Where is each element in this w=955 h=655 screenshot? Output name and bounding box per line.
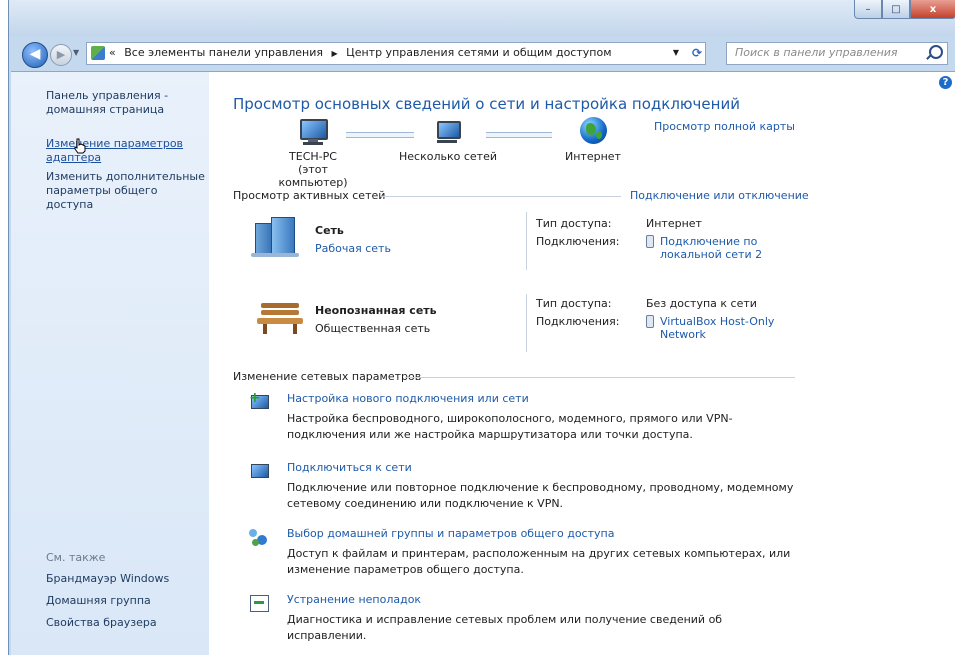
- change-settings-heading: Изменение сетевых параметров: [233, 370, 422, 383]
- map-node-label: TECH-PC (этот компьютер): [278, 150, 348, 189]
- network-type-link[interactable]: Рабочая сеть: [315, 242, 391, 255]
- window: – □ x ◀ ▶ ▼ « Все элементы панели управл…: [8, 0, 955, 655]
- control-panel-icon: [91, 46, 105, 60]
- task-description: Настройка беспроводного, широкополосного…: [287, 412, 733, 441]
- forward-button[interactable]: ▶: [50, 44, 72, 66]
- full-map-link[interactable]: Просмотр полной карты: [654, 120, 795, 133]
- sidebar-link-sharing-settings[interactable]: Изменить дополнительные параметры общего…: [46, 170, 206, 212]
- content-area: Панель управления - домашняя страница Из…: [11, 71, 955, 655]
- connections-label: Подключения:: [536, 235, 620, 248]
- connect-disconnect-link[interactable]: Подключение или отключение: [630, 189, 809, 202]
- network-name: Сеть: [315, 224, 344, 237]
- page-title: Просмотр основных сведений о сети и наст…: [233, 95, 740, 113]
- map-node-internet[interactable]: Интернет: [553, 116, 633, 163]
- map-node-this-computer[interactable]: TECH-PC (этот компьютер): [273, 116, 353, 189]
- minimize-button[interactable]: –: [854, 0, 882, 19]
- search-input[interactable]: Поиск в панели управления: [735, 43, 898, 63]
- active-networks-heading: Просмотр активных сетей: [233, 189, 386, 202]
- network-adapter-icon: [646, 315, 654, 328]
- task-description: Доступ к файлам и принтерам, расположенн…: [287, 547, 791, 576]
- see-also-heading: См. также: [46, 551, 106, 564]
- breadcrumb-overflow[interactable]: «: [109, 46, 116, 59]
- search-box[interactable]: Поиск в панели управления: [726, 42, 948, 65]
- network-divider: [526, 294, 527, 352]
- work-network-icon[interactable]: [251, 215, 299, 257]
- task-link[interactable]: Устранение неполадок: [287, 593, 421, 606]
- section-divider: [381, 196, 621, 197]
- sidebar-link-homegroup[interactable]: Домашняя группа: [46, 594, 206, 608]
- sidebar-link-browser-properties[interactable]: Свойства браузера: [46, 616, 206, 630]
- access-type-label: Тип доступа:: [536, 297, 612, 310]
- hand-cursor-icon: [74, 138, 86, 154]
- connection-item[interactable]: Подключение по локальной сети 2: [646, 235, 762, 261]
- maximize-button[interactable]: □: [882, 0, 910, 19]
- task-description: Подключение или повторное подключение к …: [287, 481, 794, 510]
- map-node-label: Несколько сетей: [399, 150, 497, 163]
- back-button[interactable]: ◀: [22, 42, 48, 68]
- map-node-networks[interactable]: Несколько сетей: [398, 116, 498, 163]
- task-link[interactable]: Выбор домашней группы и параметров общег…: [287, 527, 614, 540]
- close-button[interactable]: x: [910, 0, 955, 19]
- access-type-value: Без доступа к сети: [646, 297, 757, 310]
- network-type[interactable]: Общественная сеть: [315, 322, 430, 335]
- title-bar: – □ x: [9, 0, 955, 36]
- help-icon[interactable]: ?: [939, 76, 952, 89]
- network-adapter-icon: [646, 235, 654, 248]
- address-dropdown-icon[interactable]: ▼: [673, 43, 679, 63]
- globe-icon: [578, 116, 608, 146]
- refresh-icon[interactable]: ⟳: [692, 43, 702, 63]
- recent-pages-dropdown-icon[interactable]: ▼: [73, 48, 79, 57]
- window-controls: – □ x: [854, 0, 955, 20]
- connection-link[interactable]: VirtualBox Host-Only Network: [660, 315, 774, 341]
- homegroup-icon: [249, 527, 269, 547]
- map-connection-line: [486, 132, 552, 138]
- access-type-value: Интернет: [646, 217, 702, 230]
- breadcrumb: « Все элементы панели управления ▶ Центр…: [109, 43, 612, 64]
- connections-label: Подключения:: [536, 315, 620, 328]
- computer-icon: [298, 116, 328, 146]
- sidebar-link-firewall[interactable]: Брандмауэр Windows: [46, 572, 206, 586]
- breadcrumb-item[interactable]: Центр управления сетями и общим доступом: [346, 46, 611, 59]
- connect-network-icon: [249, 461, 269, 481]
- network-divider: [526, 212, 527, 270]
- sidebar-link-home[interactable]: Панель управления - домашняя страница: [46, 89, 206, 117]
- breadcrumb-item[interactable]: Все элементы панели управления: [124, 46, 323, 59]
- connection-item[interactable]: VirtualBox Host-Only Network: [646, 315, 774, 341]
- navigation-bar: ◀ ▶ ▼ « Все элементы панели управления ▶…: [9, 34, 955, 70]
- access-type-label: Тип доступа:: [536, 217, 612, 230]
- map-node-label: Интернет: [565, 150, 621, 163]
- task-link[interactable]: Настройка нового подключения или сети: [287, 392, 529, 405]
- sidebar: Панель управления - домашняя страница Из…: [11, 72, 209, 655]
- section-divider: [405, 377, 795, 378]
- public-network-icon[interactable]: [257, 299, 303, 335]
- connection-link[interactable]: Подключение по локальной сети 2: [660, 235, 762, 261]
- networks-icon: [433, 116, 463, 146]
- search-icon[interactable]: [929, 45, 943, 59]
- network-name: Неопознанная сеть: [315, 304, 437, 317]
- breadcrumb-separator-icon[interactable]: ▶: [332, 49, 338, 58]
- task-link[interactable]: Подключиться к сети: [287, 461, 412, 474]
- main-panel: ? Просмотр основных сведений о сети и на…: [233, 72, 955, 655]
- address-bar[interactable]: « Все элементы панели управления ▶ Центр…: [86, 42, 706, 65]
- troubleshoot-icon: [249, 593, 269, 613]
- new-connection-icon: +: [249, 390, 269, 412]
- task-description: Диагностика и исправление сетевых пробле…: [287, 613, 723, 642]
- sidebar-link-adapter-settings[interactable]: Изменение параметров адаптера: [46, 137, 206, 165]
